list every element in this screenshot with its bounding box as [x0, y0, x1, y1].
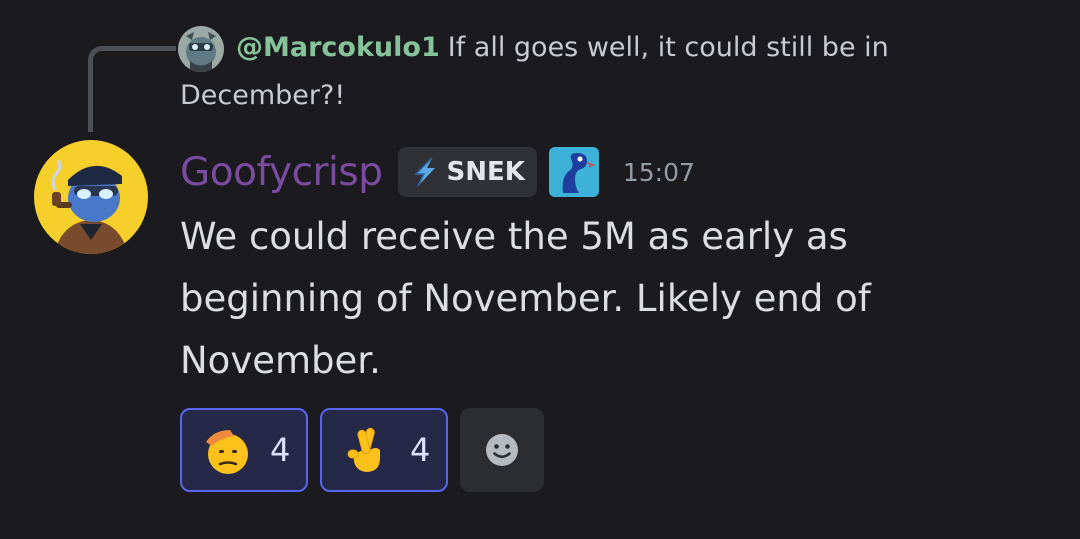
reply-avatar-image [178, 26, 224, 72]
lightning-icon [414, 157, 436, 187]
smiley-icon [486, 434, 518, 466]
role-icon[interactable] [548, 147, 599, 197]
server-tag-label: SNEK [446, 157, 525, 187]
reply-text: If all goes well, it could still be in [447, 32, 889, 63]
snake-icon [548, 147, 599, 197]
reaction-count: 4 [270, 431, 291, 469]
author-avatar-image [34, 140, 148, 254]
author-avatar[interactable] [34, 140, 148, 254]
add-reaction-button[interactable] [460, 408, 544, 492]
message-content: We could receive the 5M as early as begi… [180, 215, 871, 382]
reply-connector [88, 46, 176, 132]
message-header: Goofycrisp SNEK 15:07 [180, 142, 695, 202]
reply-text-continued: December?! [180, 80, 346, 111]
saluting-face-icon [206, 430, 248, 474]
reply-preview-line1[interactable]: @Marcokulo1 If all goes well, it could st… [236, 30, 889, 66]
author-username[interactable]: Goofycrisp [180, 150, 383, 195]
reaction-saluting-face[interactable]: 4 [180, 408, 308, 492]
server-tag[interactable]: SNEK [398, 147, 537, 197]
reply-mention[interactable]: @Marcokulo1 [236, 32, 440, 63]
reactions-bar: 4 4 [180, 408, 544, 492]
reply-avatar[interactable] [178, 26, 224, 72]
message-timestamp[interactable]: 15:07 [623, 158, 695, 187]
crossed-fingers-icon [347, 427, 380, 472]
reaction-count: 4 [410, 431, 431, 469]
reaction-crossed-fingers[interactable]: 4 [320, 408, 448, 492]
